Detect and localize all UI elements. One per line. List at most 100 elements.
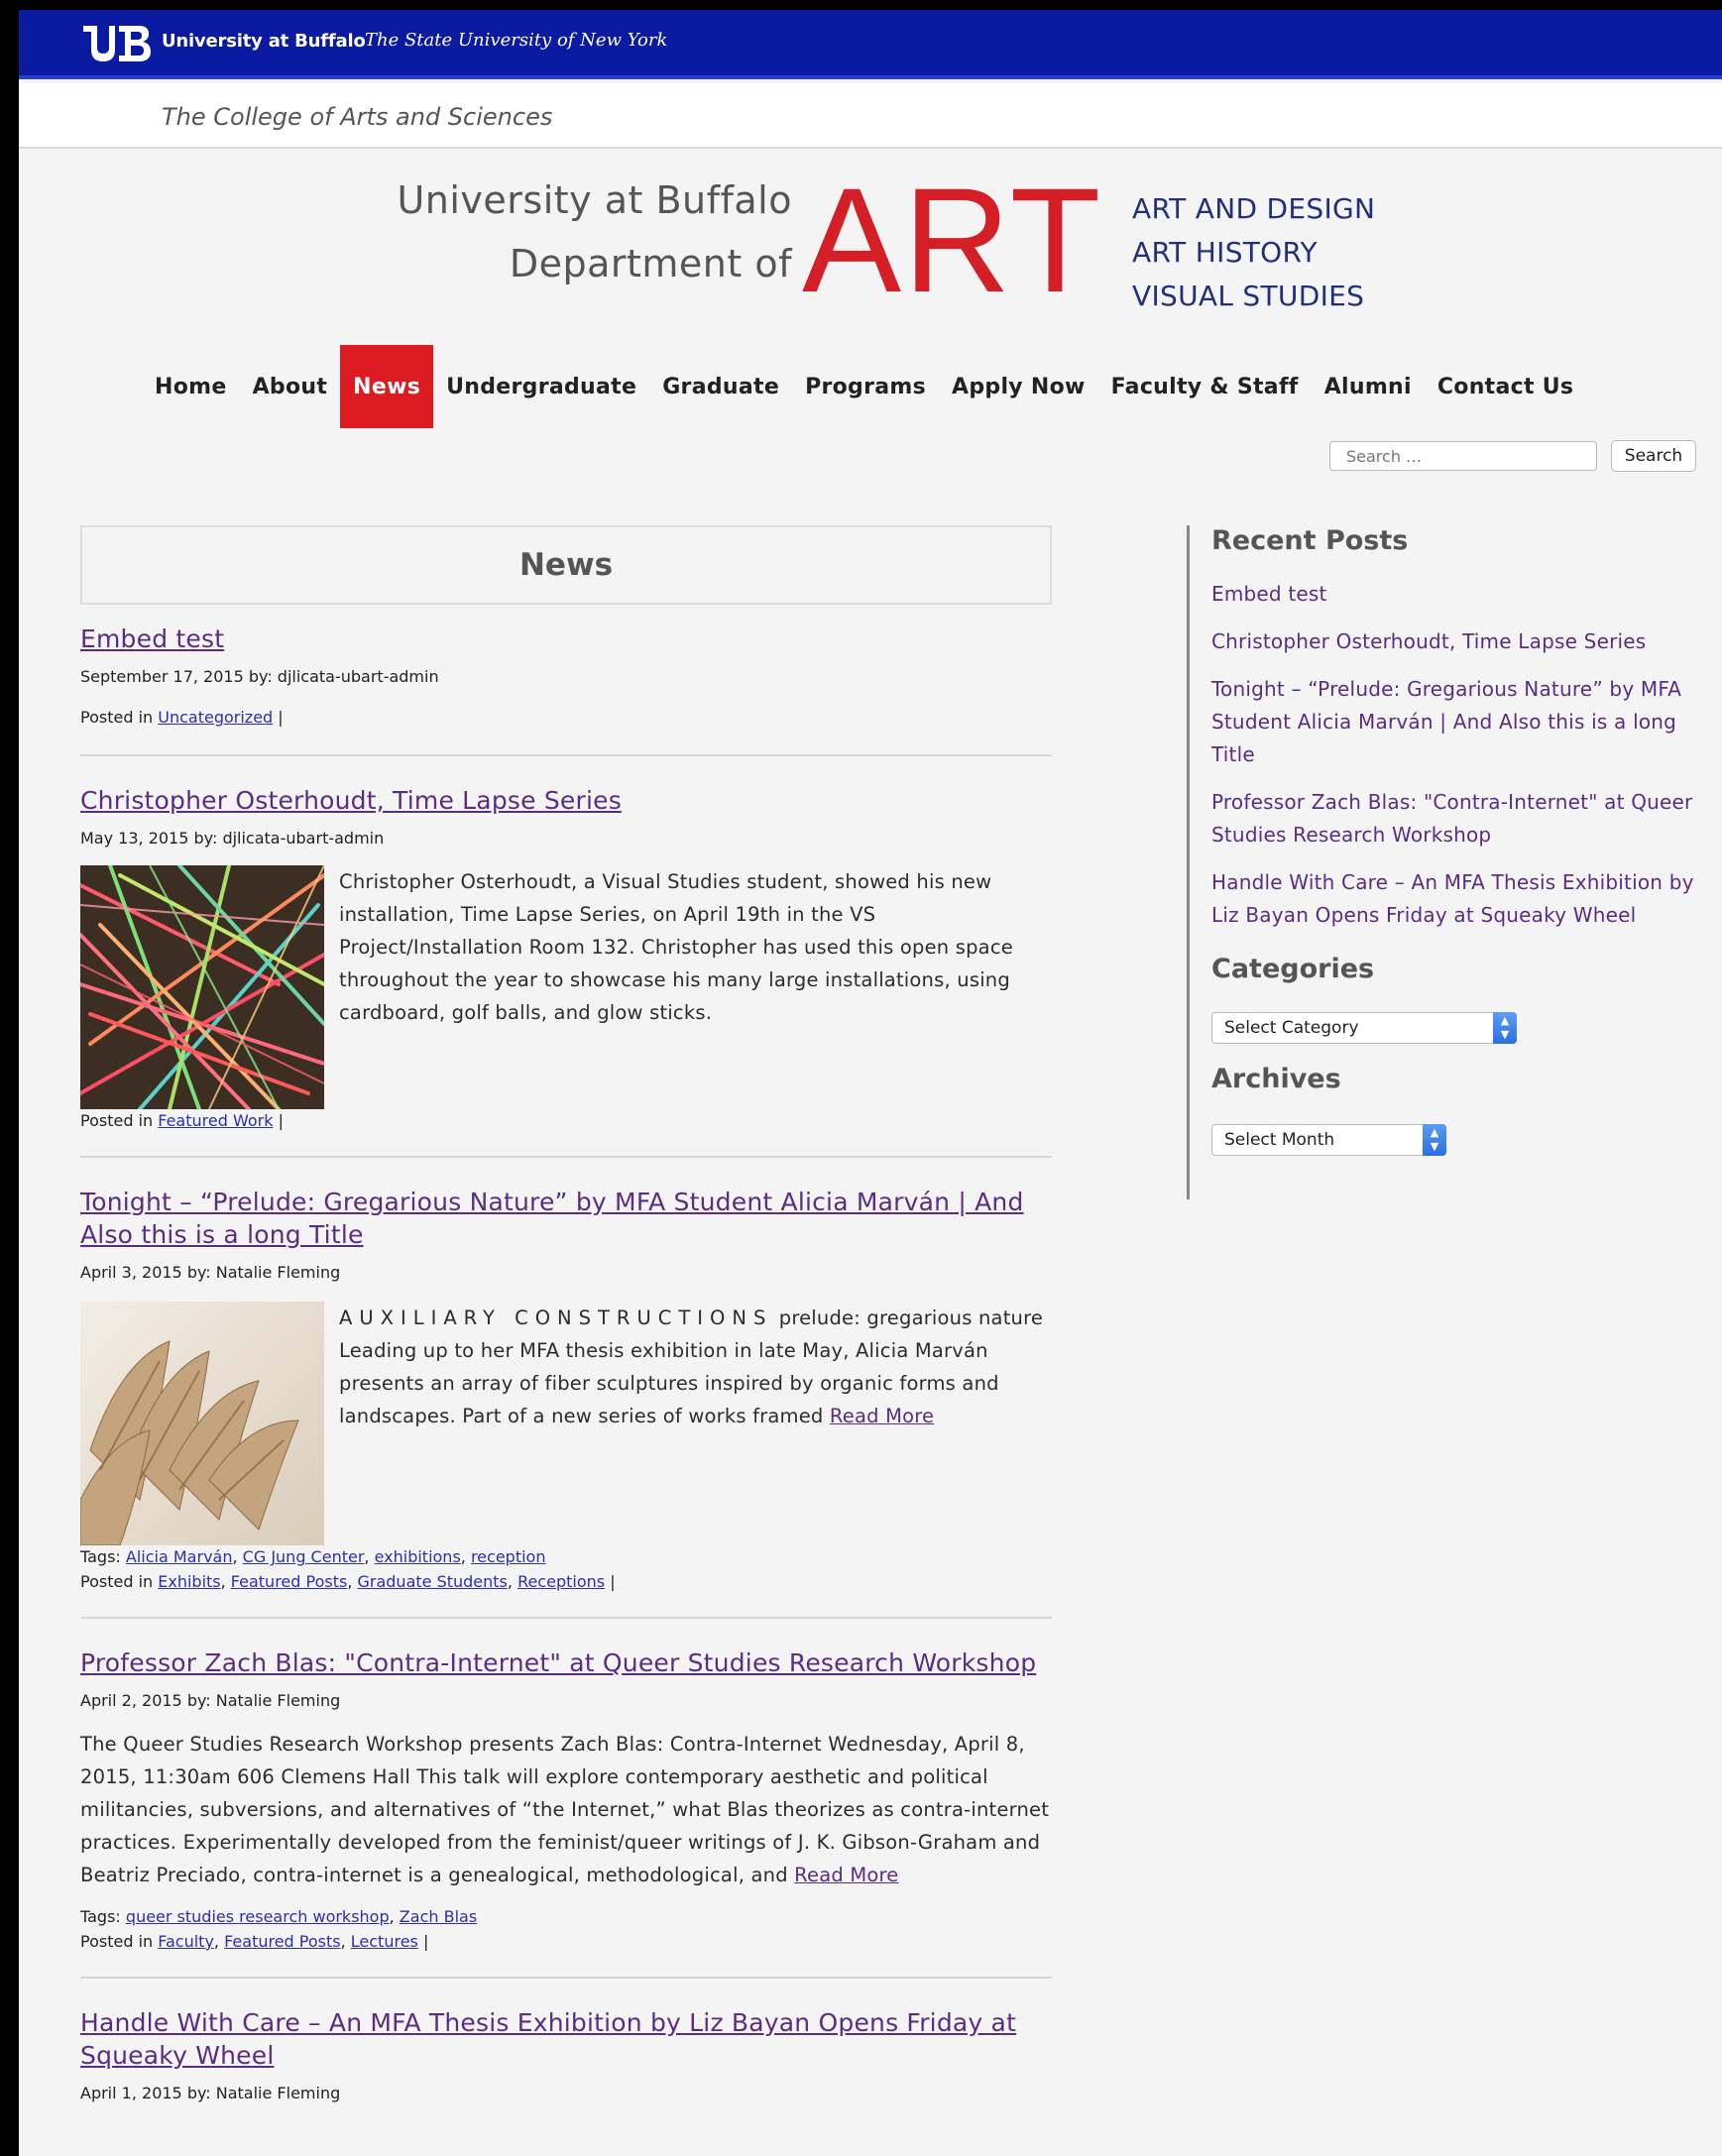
post-tags: Tags: Alicia Marván, CG Jung Center, exh… <box>80 1547 546 1566</box>
tag-link[interactable]: queer studies research workshop <box>126 1907 390 1926</box>
college-name[interactable]: The College of Arts and Sciences <box>162 103 552 131</box>
nav-item-contact-us[interactable]: Contact Us <box>1425 345 1586 428</box>
separator: | <box>422 1932 429 1951</box>
main-content: News Embed test September 17, 2015 by: d… <box>80 525 1052 2102</box>
recent-post-link[interactable]: Handle With Care – An MFA Thesis Exhibit… <box>1211 866 1712 932</box>
post-title[interactable]: Handle With Care – An MFA Thesis Exhibit… <box>80 2006 1052 2072</box>
post-thumbnail-fiber-sculpture[interactable] <box>80 1302 324 1545</box>
category-link[interactable]: Faculty <box>158 1932 214 1951</box>
post-body: AUXILIARY CONSTRUCTIONS prelude: gregari… <box>80 1302 1052 1545</box>
sidebar: Recent Posts Embed test Christopher Oste… <box>1187 525 1712 1199</box>
post-zach-blas: Professor Zach Blas: "Contra-Internet" a… <box>80 1646 1052 1979</box>
nav-item-news[interactable]: News <box>340 345 434 428</box>
nav-item-about[interactable]: About <box>240 345 341 428</box>
posted-in-label: Posted in <box>80 1572 154 1591</box>
post-title[interactable]: Professor Zach Blas: "Contra-Internet" a… <box>80 1646 1052 1679</box>
post-body: Christopher Osterhoudt, a Visual Studies… <box>80 865 1052 1109</box>
nav-item-home[interactable]: Home <box>142 345 240 428</box>
ub-name[interactable]: University at Buffalo <box>162 31 366 52</box>
page-title: News <box>80 525 1052 605</box>
tag-link[interactable]: exhibitions <box>375 1547 461 1566</box>
separator: | <box>610 1572 616 1591</box>
nav-item-faculty-staff[interactable]: Faculty & Staff <box>1098 345 1312 428</box>
post-meta: April 3, 2015 by: Natalie Fleming <box>80 1263 341 1282</box>
tag-link[interactable]: Alicia Marván <box>126 1547 233 1566</box>
college-bar: The College of Arts and Sciences <box>19 83 1722 149</box>
masthead-art-wordmark: ART <box>802 157 1103 323</box>
search-input[interactable] <box>1329 441 1597 471</box>
post-tags: Tags: queer studies research workshop, Z… <box>80 1907 478 1926</box>
recent-posts-title: Recent Posts <box>1211 525 1409 556</box>
program-art-and-design: ART AND DESIGN <box>1132 192 1376 225</box>
post-meta: May 13, 2015 by: djlicata-ubart-admin <box>80 829 385 848</box>
category-link[interactable]: Graduate Students <box>357 1572 507 1591</box>
ub-logo-icon[interactable] <box>81 24 153 63</box>
recent-post-link[interactable]: Embed test <box>1211 578 1712 611</box>
archives-title: Archives <box>1211 1064 1341 1094</box>
post-thumbnail-glow-sticks[interactable] <box>80 865 324 1109</box>
post-categories: Posted in Featured Work | <box>80 1111 1052 1130</box>
excerpt-lead: AUXILIARY CONSTRUCTIONS <box>339 1306 773 1329</box>
page: University at Buffalo The State Universi… <box>19 10 1722 2156</box>
search-button[interactable]: Search <box>1611 440 1696 472</box>
post-excerpt: The Queer Studies Research Workshop pres… <box>80 1728 1052 1891</box>
posted-in-label: Posted in <box>80 1111 154 1130</box>
tag-link[interactable]: CG Jung Center <box>243 1547 365 1566</box>
categories-title: Categories <box>1211 954 1375 984</box>
post-handle-with-care: Handle With Care – An MFA Thesis Exhibit… <box>80 2006 1052 2102</box>
category-select-value: Select Category <box>1224 1018 1359 1038</box>
category-link[interactable]: Uncategorized <box>158 708 273 727</box>
post-excerpt: Christopher Osterhoudt, a Visual Studies… <box>339 870 1013 1024</box>
posted-in-label: Posted in <box>80 708 154 727</box>
ub-tagline: The State University of New York <box>365 30 668 51</box>
post-excerpt: AUXILIARY CONSTRUCTIONS prelude: gregari… <box>339 1302 1052 1545</box>
main-nav: Home About News Undergraduate Graduate P… <box>142 345 1586 428</box>
post-categories: Posted in Exhibits, Featured Posts, Grad… <box>80 1572 616 1591</box>
separator: | <box>278 1111 284 1130</box>
read-more-link[interactable]: Read More <box>830 1405 934 1427</box>
tags-label: Tags: <box>80 1547 121 1566</box>
recent-posts-list: Embed test Christopher Osterhoudt, Time … <box>1211 578 1712 932</box>
nav-item-alumni[interactable]: Alumni <box>1312 345 1425 428</box>
nav-item-undergraduate[interactable]: Undergraduate <box>433 345 649 428</box>
posted-in-label: Posted in <box>80 1932 154 1951</box>
post-meta: April 2, 2015 by: Natalie Fleming <box>80 1691 341 1710</box>
masthead-line2: Department of <box>509 242 792 285</box>
tag-link[interactable]: reception <box>471 1547 546 1566</box>
program-visual-studies: VISUAL STUDIES <box>1132 280 1365 312</box>
post-meta: September 17, 2015 by: djlicata-ubart-ad… <box>80 667 439 686</box>
category-select[interactable]: Select Category ▲ ▼ <box>1211 1012 1517 1044</box>
post-embed-test: Embed test September 17, 2015 by: djlica… <box>80 623 1052 756</box>
excerpt-text: The Queer Studies Research Workshop pres… <box>80 1733 1050 1886</box>
category-link[interactable]: Featured Posts <box>224 1932 341 1951</box>
post-prelude-gregarious-nature: Tonight – “Prelude: Gregarious Nature” b… <box>80 1186 1052 1619</box>
masthead-line1: University at Buffalo <box>397 178 792 222</box>
category-link[interactable]: Featured Work <box>158 1111 273 1130</box>
separator: | <box>278 708 284 727</box>
recent-post-link[interactable]: Christopher Osterhoudt, Time Lapse Serie… <box>1211 625 1712 658</box>
post-title[interactable]: Christopher Osterhoudt, Time Lapse Serie… <box>80 784 1052 817</box>
nav-item-apply-now[interactable]: Apply Now <box>939 345 1098 428</box>
archive-select[interactable]: Select Month ▲ ▼ <box>1211 1124 1446 1156</box>
post-meta: April 1, 2015 by: Natalie Fleming <box>80 2084 341 2102</box>
post-title[interactable]: Tonight – “Prelude: Gregarious Nature” b… <box>80 1186 1052 1251</box>
archive-select-value: Select Month <box>1224 1130 1335 1150</box>
post-categories: Posted in Uncategorized | <box>80 708 1052 727</box>
category-link[interactable]: Featured Posts <box>231 1572 348 1591</box>
read-more-link[interactable]: Read More <box>794 1864 898 1886</box>
nav-item-programs[interactable]: Programs <box>792 345 939 428</box>
ub-top-bar: University at Buffalo The State Universi… <box>19 10 1722 79</box>
category-link[interactable]: Exhibits <box>158 1572 220 1591</box>
nav-item-graduate[interactable]: Graduate <box>649 345 792 428</box>
select-arrows-icon: ▲ ▼ <box>1493 1012 1517 1044</box>
tags-label: Tags: <box>80 1907 121 1926</box>
category-link[interactable]: Lectures <box>351 1932 418 1951</box>
post-categories: Posted in Faculty, Featured Posts, Lectu… <box>80 1932 429 1951</box>
program-art-history: ART HISTORY <box>1132 236 1318 269</box>
recent-post-link[interactable]: Professor Zach Blas: "Contra-Internet" a… <box>1211 786 1712 851</box>
category-link[interactable]: Receptions <box>517 1572 605 1591</box>
select-arrows-icon: ▲ ▼ <box>1423 1124 1446 1156</box>
tag-link[interactable]: Zach Blas <box>400 1907 477 1926</box>
post-title[interactable]: Embed test <box>80 623 1052 655</box>
recent-post-link[interactable]: Tonight – “Prelude: Gregarious Nature” b… <box>1211 673 1712 771</box>
